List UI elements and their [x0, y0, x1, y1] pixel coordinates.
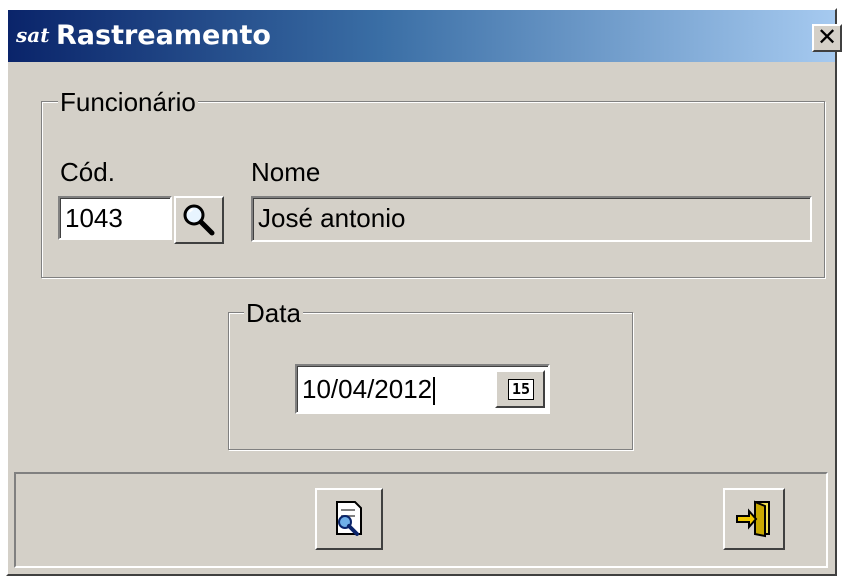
- code-label: Cód.: [60, 157, 115, 187]
- app-logo-icon: sat: [16, 23, 50, 47]
- calendar-button[interactable]: 15: [495, 370, 545, 408]
- search-report-button[interactable]: [315, 488, 383, 550]
- text-caret: [433, 377, 436, 406]
- document-search-icon: [336, 501, 362, 536]
- calendar-day: 15: [511, 380, 531, 398]
- magnifier-icon: [183, 204, 215, 236]
- code-field[interactable]: 1043: [58, 196, 172, 240]
- calendar-icon: 15: [508, 379, 534, 400]
- name-label: Nome: [251, 157, 321, 187]
- name-field: José antonio: [251, 196, 812, 242]
- date-field-value: 10/04/2012: [302, 374, 433, 404]
- employee-groupbox: [41, 101, 825, 278]
- date-field[interactable]: 10/04/2012 15: [295, 364, 550, 414]
- date-group-legend: Data: [244, 298, 303, 328]
- title-bar[interactable]: sat Rastreamento ✕: [8, 10, 842, 62]
- code-field-value: 1043: [60, 198, 170, 238]
- actions-panel: [14, 472, 828, 568]
- employee-group-legend: Funcionário: [58, 87, 198, 117]
- close-icon: ✕: [816, 23, 838, 51]
- close-button[interactable]: ✕: [812, 24, 842, 52]
- rastreamento-window: sat Rastreamento ✕ Funcionário Cód. Nome…: [6, 8, 842, 576]
- lookup-button[interactable]: [174, 196, 224, 244]
- exit-door-icon: [736, 500, 770, 538]
- name-field-value: José antonio: [253, 198, 810, 240]
- exit-button[interactable]: [723, 488, 785, 550]
- window-title: Rastreamento: [56, 20, 271, 51]
